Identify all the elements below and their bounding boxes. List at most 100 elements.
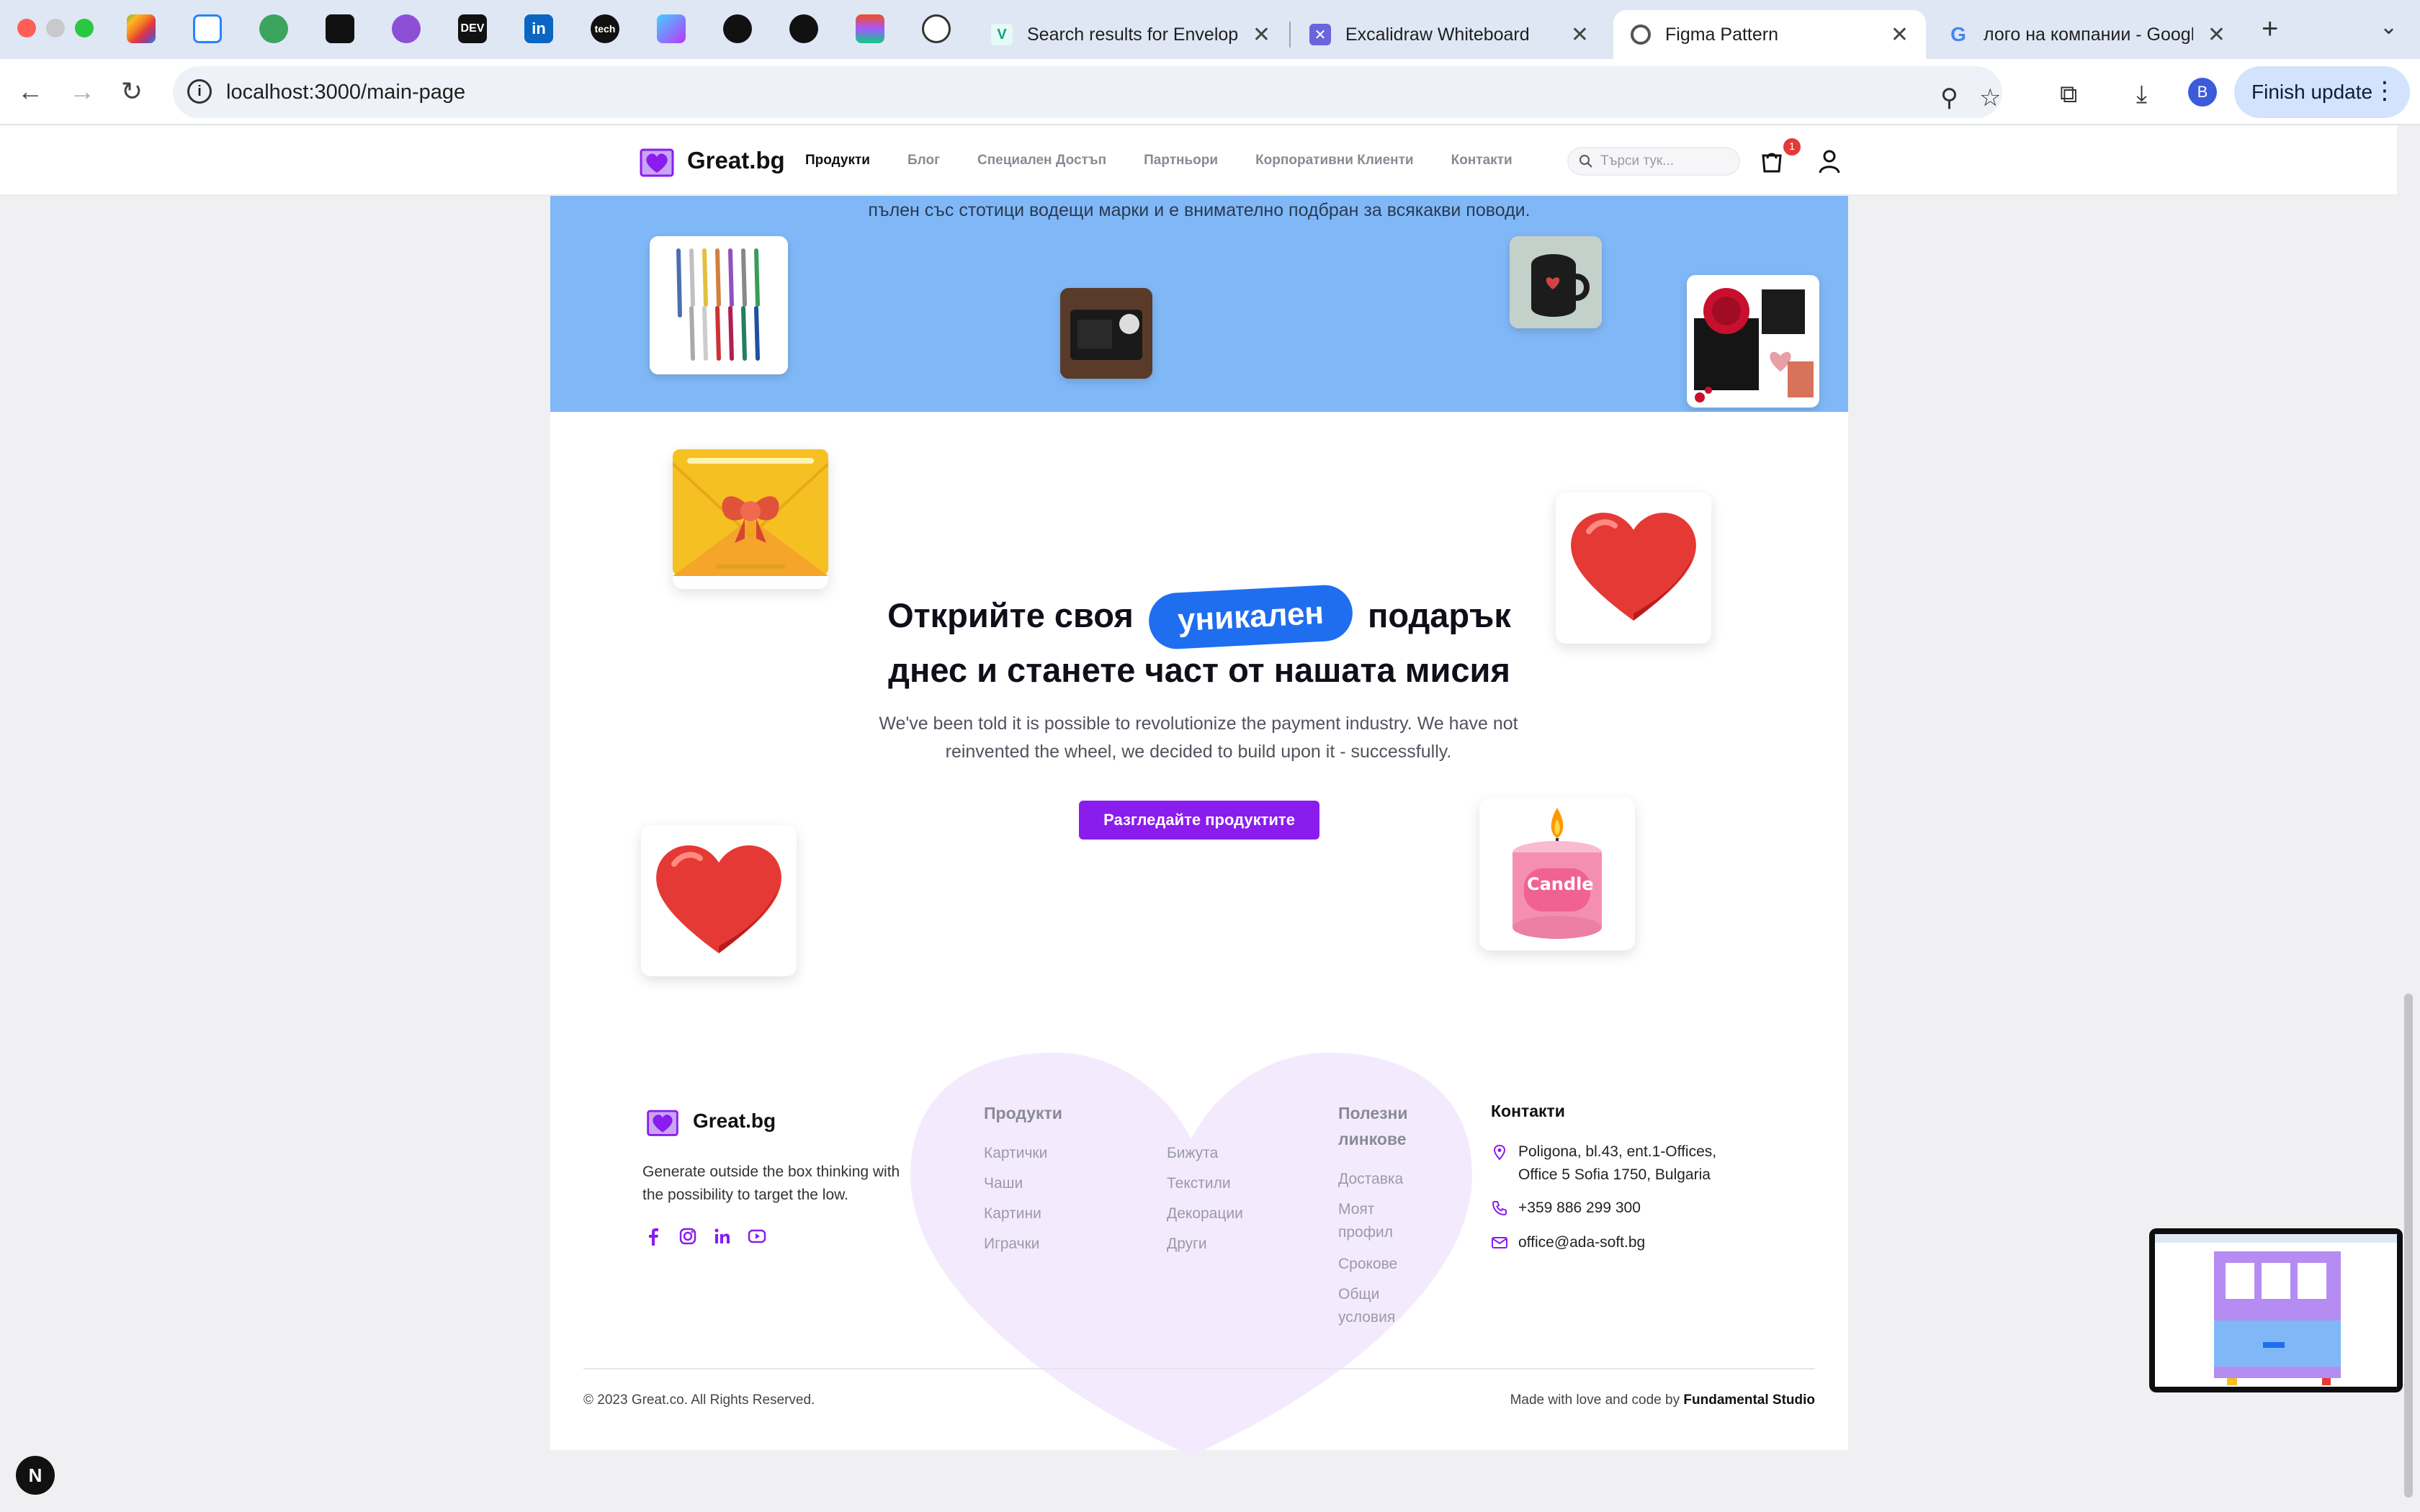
youtube-icon[interactable] xyxy=(748,1227,766,1246)
footer-link-my-profile[interactable]: Моят профил xyxy=(1338,1198,1393,1244)
picture-in-picture-preview[interactable] xyxy=(2149,1228,2403,1392)
tab-close-icon[interactable]: ✕ xyxy=(1891,22,1909,48)
site-info-icon[interactable]: i xyxy=(187,79,212,104)
profile-avatar[interactable]: B xyxy=(2188,78,2217,107)
instagram-icon[interactable] xyxy=(678,1227,697,1246)
footer-link-terms[interactable]: Срокове xyxy=(1338,1253,1397,1276)
headline-before: Открийте своя xyxy=(887,596,1134,634)
footer-phone[interactable]: +359 886 299 300 xyxy=(1491,1197,1641,1220)
new-tab-button[interactable]: + xyxy=(2262,13,2278,45)
shopping-bag-icon[interactable] xyxy=(1757,147,1786,176)
reload-icon[interactable]: ↻ xyxy=(121,76,143,107)
address-line2: Office 5 Sofia 1750, Bulgaria xyxy=(1518,1166,1711,1183)
product-card-watch-box[interactable] xyxy=(1060,288,1152,379)
pinned-tab-pinterest[interactable] xyxy=(326,14,354,43)
minimize-window-button[interactable] xyxy=(46,19,65,37)
extensions-icon[interactable]: ⧉ xyxy=(2060,81,2077,109)
footer-link-general-conditions[interactable]: Общи условия xyxy=(1338,1283,1395,1329)
made-with-label: Made with love and code by xyxy=(1510,1392,1680,1408)
footer-useful-title: Полезни линкове xyxy=(1338,1100,1408,1152)
pinned-tab-tech[interactable]: tech xyxy=(591,14,619,43)
pinned-tab-jira[interactable] xyxy=(193,14,222,43)
footer-link-jewelry[interactable]: Бижута xyxy=(1167,1142,1218,1165)
main-page: пълен със стотици водещи марки и е внима… xyxy=(550,196,1848,1456)
tab-close-icon[interactable]: ✕ xyxy=(2208,22,2226,48)
product-card-mug[interactable] xyxy=(1510,236,1602,328)
close-window-button[interactable] xyxy=(17,19,36,37)
copyright-text: © 2023 Great.co. All Rights Reserved. xyxy=(583,1392,815,1408)
tab-google-search[interactable]: G лого на компании - Google ✕ xyxy=(1930,10,2243,59)
product-card-rose-box[interactable] xyxy=(1687,275,1819,408)
nav-products[interactable]: Продукти xyxy=(805,153,870,168)
maximize-window-button[interactable] xyxy=(75,19,94,37)
url-text[interactable]: localhost:3000/main-page xyxy=(226,81,465,104)
headline-after: подарък xyxy=(1367,596,1511,634)
footer-link-other[interactable]: Други xyxy=(1167,1233,1207,1256)
tab-excalidraw[interactable]: ✕ Excalidraw Whiteboard ✕ xyxy=(1292,10,1606,59)
nav-blog[interactable]: Блог xyxy=(908,153,940,168)
user-icon[interactable] xyxy=(1815,147,1844,176)
nav-contacts[interactable]: Контакти xyxy=(1451,153,1512,168)
zoom-icon[interactable]: ⚲ xyxy=(1940,84,1958,112)
pinned-tab-vite[interactable] xyxy=(657,14,686,43)
social-links xyxy=(644,1227,766,1246)
download-icon[interactable]: ⤓ xyxy=(2136,81,2147,109)
nav-partners[interactable]: Партньори xyxy=(1144,153,1218,168)
cart-count-badge: 1 xyxy=(1783,138,1801,156)
tab-close-icon[interactable]: ✕ xyxy=(1571,22,1589,48)
google-icon: G xyxy=(1950,23,1966,45)
footer-link-my-profile-line1: Моят xyxy=(1338,1201,1375,1218)
footer-link-toys[interactable]: Играчки xyxy=(984,1233,1040,1256)
tab-search-chevron-icon[interactable]: ⌄ xyxy=(2380,14,2398,40)
pinned-tab-apple[interactable] xyxy=(127,14,156,43)
pinned-tab-figma[interactable] xyxy=(856,14,884,43)
footer-link-mugs[interactable]: Чаши xyxy=(984,1172,1023,1195)
pens-image xyxy=(676,248,760,361)
studio-link[interactable]: Fundamental Studio xyxy=(1683,1392,1815,1408)
tech-icon: tech xyxy=(594,23,616,35)
candle-card: Candle xyxy=(1479,798,1635,950)
linkedin-icon[interactable] xyxy=(713,1227,732,1246)
nextjs-dev-badge[interactable]: N xyxy=(16,1456,55,1495)
pinned-tab-dev[interactable]: DEV xyxy=(458,14,487,43)
nav-special-access[interactable]: Специален Достъп xyxy=(977,153,1106,168)
product-card-pens[interactable] xyxy=(650,236,788,374)
brand-name: Great.bg xyxy=(687,147,785,174)
pinned-tab-openai[interactable] xyxy=(922,14,951,43)
footer-link-paintings[interactable]: Картини xyxy=(984,1202,1041,1225)
tab-close-icon[interactable]: ✕ xyxy=(1252,22,1270,48)
tab-figma-pattern[interactable]: Figma Pattern ✕ xyxy=(1613,10,1926,59)
tab-envelope-search[interactable]: V Search results for Envelope ✕ xyxy=(974,10,1288,59)
pip-screen xyxy=(2155,1234,2397,1387)
footer-link-my-profile-line2: профил xyxy=(1338,1224,1393,1241)
browse-products-button[interactable]: Разгледайте продуктите xyxy=(1079,801,1319,840)
footer-contacts-title: Контакти xyxy=(1491,1102,1565,1120)
kebab-menu-icon[interactable]: ⋮ xyxy=(2372,76,2397,105)
finish-update-button[interactable]: Finish update ⋮ xyxy=(2234,66,2410,118)
heart-card-left xyxy=(641,825,797,976)
pinned-tab-linkedin[interactable]: in xyxy=(524,14,553,43)
pinned-tab-github[interactable] xyxy=(723,14,752,43)
finish-update-label: Finish update xyxy=(2251,81,2373,103)
footer-logo[interactable]: Great.bg xyxy=(644,1103,776,1139)
footer-link-delivery[interactable]: Доставка xyxy=(1338,1168,1403,1191)
scrollbar-thumb[interactable] xyxy=(2404,994,2413,1498)
header-logo[interactable]: Great.bg xyxy=(637,141,785,180)
back-arrow-icon[interactable]: ← xyxy=(17,76,43,107)
forward-arrow-icon[interactable]: → xyxy=(69,76,95,107)
footer-link-decorations[interactable]: Декорации xyxy=(1167,1202,1243,1225)
tab-title: Excalidraw Whiteboard xyxy=(1345,24,1530,45)
search-input[interactable]: Търси тук... xyxy=(1567,147,1740,176)
footer-email[interactable]: office@ada-soft.bg xyxy=(1491,1231,1645,1254)
tab-title: Figma Pattern xyxy=(1665,24,1779,45)
address-bar[interactable]: i localhost:3000/main-page ⚲ ☆ xyxy=(173,66,2002,118)
nav-corporate-clients[interactable]: Корпоративни Клиенти xyxy=(1255,153,1414,168)
facebook-icon[interactable] xyxy=(644,1227,663,1246)
footer-link-cards[interactable]: Картички xyxy=(984,1142,1047,1165)
pinned-tab-mastodon[interactable] xyxy=(392,14,421,43)
cta-lead-text: We've been told it is possible to revolu… xyxy=(879,714,1518,762)
footer-link-textiles[interactable]: Текстили xyxy=(1167,1172,1231,1195)
bookmark-star-icon[interactable]: ☆ xyxy=(1979,84,2001,112)
pinned-tab-mongodb[interactable] xyxy=(789,14,818,43)
pinned-tab-leetcode[interactable] xyxy=(259,14,288,43)
